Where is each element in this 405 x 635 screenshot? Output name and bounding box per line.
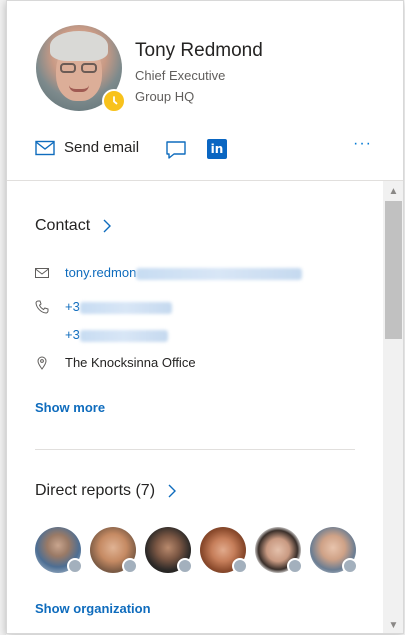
direct-reports-title: Direct reports (7) <box>35 482 156 499</box>
scrollbar-thumb[interactable] <box>385 201 402 339</box>
report-avatar[interactable] <box>255 527 303 574</box>
profile-card: Tony Redmond Chief Executive Group HQ Se… <box>6 0 404 634</box>
phone-link-2[interactable]: +3 <box>65 327 168 342</box>
profile-avatar[interactable] <box>36 25 126 113</box>
action-bar: Send email in ··· <box>35 135 375 163</box>
email-link[interactable]: tony.redmon <box>65 265 303 280</box>
phone-row-2: +3 <box>65 327 168 342</box>
send-email-label: Send email <box>64 139 140 156</box>
scroll-down-icon[interactable]: ▼ <box>383 617 403 633</box>
send-email-button[interactable]: Send email <box>35 139 139 156</box>
phone-icon <box>35 300 49 314</box>
direct-reports-header[interactable]: Direct reports (7) <box>35 482 177 500</box>
mail-icon <box>35 140 55 155</box>
phone-link-1[interactable]: +3 <box>65 299 172 314</box>
report-avatar[interactable] <box>145 527 193 574</box>
presence-offline-icon <box>67 558 83 574</box>
mail-icon <box>35 267 49 278</box>
section-divider <box>35 449 355 450</box>
chevron-right-icon <box>168 484 177 498</box>
profile-header: Tony Redmond Chief Executive Group HQ Se… <box>7 1 403 181</box>
location-pin-icon <box>37 356 47 370</box>
presence-offline-icon <box>342 558 358 574</box>
presence-offline-icon <box>177 558 193 574</box>
chat-icon[interactable] <box>165 140 187 160</box>
vertical-scrollbar[interactable]: ▲ ▼ <box>383 181 403 633</box>
chevron-right-icon <box>103 219 112 233</box>
presence-offline-icon <box>287 558 303 574</box>
contact-title: Contact <box>35 217 91 234</box>
away-status-icon <box>102 89 126 113</box>
person-department: Group HQ <box>135 89 195 104</box>
report-avatar[interactable] <box>90 527 138 574</box>
report-avatar[interactable] <box>35 527 83 574</box>
office-row: The Knocksinna Office <box>35 355 196 370</box>
presence-offline-icon <box>232 558 248 574</box>
phone-row-1: +3 <box>35 299 172 314</box>
presence-offline-icon <box>122 558 138 574</box>
contact-section-header[interactable]: Contact <box>35 217 112 235</box>
person-name: Tony Redmond <box>135 40 263 61</box>
show-more-link[interactable]: Show more <box>35 400 105 415</box>
office-location: The Knocksinna Office <box>65 355 196 370</box>
linkedin-icon[interactable]: in <box>207 139 227 159</box>
report-avatar[interactable] <box>200 527 248 574</box>
email-row: tony.redmon <box>35 265 303 280</box>
report-avatar[interactable] <box>310 527 358 574</box>
details-scroll-area: Contact tony.redmon +3 +3 The Knocksinna… <box>7 181 383 633</box>
scroll-up-icon[interactable]: ▲ <box>383 183 403 199</box>
show-organization-link[interactable]: Show organization <box>35 601 151 616</box>
more-options-icon[interactable]: ··· <box>353 135 372 153</box>
direct-reports-list <box>35 527 365 575</box>
person-title: Chief Executive <box>135 68 226 83</box>
